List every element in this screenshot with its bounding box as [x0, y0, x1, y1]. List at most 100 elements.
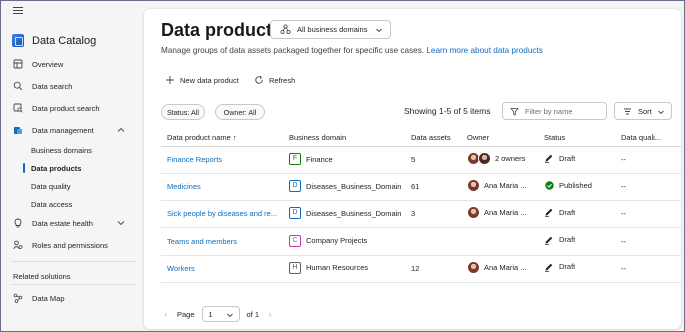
column-header-data-assets[interactable]: Data assets	[411, 133, 451, 142]
status-text: Draft	[559, 262, 576, 272]
column-header-status[interactable]: Status	[544, 133, 565, 142]
previous-page-icon[interactable]: ‹	[161, 309, 171, 319]
briefcase-icon	[13, 125, 23, 135]
column-header-name[interactable]: Data product name ↑	[167, 133, 237, 142]
item-count: Showing 1-5 of 5 items	[404, 106, 491, 116]
business-domain-dropdown[interactable]: All business domains	[270, 20, 391, 39]
status-cell: Draft	[544, 153, 575, 163]
avatar	[467, 260, 480, 274]
table-row[interactable]: Finance Reports F Finance 5 2 owners Draft --	[161, 147, 681, 174]
sidebar-item-label: Overview	[32, 59, 64, 69]
avatar	[478, 152, 491, 165]
data-product-name-link[interactable]: Medicines	[167, 182, 285, 191]
learn-more-link[interactable]: Learn more about data products	[426, 46, 543, 55]
column-header-owner[interactable]: Owner	[467, 133, 489, 142]
sidebar-item-data-management[interactable]: Data management	[2, 121, 142, 139]
data-product-name-link[interactable]: Workers	[167, 264, 285, 273]
pagination: ‹ Page 1 of 1 ›	[161, 306, 275, 322]
business-domain-cell: H Human Resources	[289, 261, 369, 274]
owner-cell: Ana Maria ...	[467, 179, 527, 193]
business-domain-name: Company Projects	[306, 236, 368, 246]
app-title-row: Data Catalog	[12, 34, 96, 47]
sidebar: Data Catalog Overview Data search Data p…	[2, 2, 142, 331]
business-domain-cell: F Finance	[289, 153, 333, 165]
status-text: Published	[559, 180, 592, 190]
hamburger-menu-icon[interactable]	[13, 7, 23, 15]
domain-badge-icon: F	[289, 153, 301, 165]
page-select-value: 1	[208, 309, 213, 319]
lightbulb-icon	[13, 218, 23, 228]
table-row[interactable]: Sick people by diseases and re... D Diseas…	[161, 201, 681, 229]
column-header-business-domain[interactable]: Business domain	[289, 133, 346, 142]
sidebar-item-label: Data search	[32, 81, 73, 91]
new-data-product-button[interactable]: New data product	[165, 73, 239, 87]
owner-cell: 2 owners	[467, 152, 525, 165]
data-assets-count: 61	[411, 182, 420, 192]
sidebar-subitem-label: Data quality	[31, 181, 71, 191]
table-header: Data product name ↑ Business domain Data…	[161, 129, 681, 147]
data-assets-count: 12	[411, 263, 420, 273]
sort-icon	[623, 107, 632, 116]
sidebar-item-label: Data product search	[32, 103, 100, 113]
status-cell: Published	[544, 180, 592, 190]
data-assets-count: 5	[411, 155, 416, 164]
sidebar-divider	[11, 261, 136, 262]
data-product-name-link[interactable]: Finance Reports	[167, 155, 285, 164]
draft-pencil-icon	[544, 235, 554, 245]
owner-name: Ana Maria ...	[484, 181, 527, 191]
sidebar-item-label: Data estate health	[32, 218, 93, 228]
next-page-icon[interactable]: ›	[265, 309, 275, 319]
data-quality-value: --	[621, 155, 626, 164]
sidebar-item-data-map[interactable]: Data Map	[2, 289, 142, 307]
column-header-data-quality[interactable]: Data quali...	[621, 133, 661, 142]
domain-icon	[280, 24, 291, 35]
status-cell: Draft	[544, 262, 575, 272]
sidebar-item-data-product-search[interactable]: Data product search	[2, 99, 142, 117]
sidebar-subitem-data-quality[interactable]: Data quality	[2, 178, 142, 194]
owner-name: 2 owners	[495, 154, 526, 163]
data-assets-count: 3	[411, 209, 416, 219]
business-domain-cell: D Diseases_Business_Domain	[289, 207, 402, 220]
main-panel: Data products All business domains Manag…	[144, 9, 681, 329]
status-filter-pill[interactable]: Status: All	[161, 104, 205, 120]
refresh-label: Refresh	[269, 75, 296, 85]
avatar	[467, 206, 480, 220]
filter-by-name-input[interactable]	[525, 106, 605, 116]
chevron-up-icon[interactable]	[116, 125, 126, 135]
sort-button[interactable]: Sort	[614, 102, 672, 120]
business-domain-name: Diseases_Business_Domain	[306, 208, 402, 218]
domain-badge-icon: D	[289, 207, 301, 220]
sidebar-subitem-label: Data products	[31, 163, 82, 173]
chevron-down-icon	[226, 311, 234, 319]
filter-icon	[510, 107, 519, 116]
sidebar-subitem-business-domains[interactable]: Business domains	[2, 142, 142, 158]
sidebar-item-roles-and-permissions[interactable]: Roles and permissions	[2, 236, 142, 254]
sidebar-item-data-search[interactable]: Data search	[2, 77, 142, 95]
map-icon	[13, 59, 23, 69]
page-select[interactable]: 1	[201, 306, 240, 322]
table-row[interactable]: Workers H Human Resources 12 Ana Maria ... Dr…	[161, 256, 681, 283]
data-product-name-link[interactable]: Sick people by diseases and re...	[167, 209, 285, 218]
owner-filter-pill[interactable]: Owner: All	[215, 104, 265, 120]
data-quality-value: --	[621, 209, 626, 219]
avatar	[467, 179, 480, 193]
sidebar-item-data-estate-health[interactable]: Data estate health	[2, 214, 142, 232]
people-settings-icon	[13, 240, 23, 250]
sidebar-subitem-data-access[interactable]: Data access	[2, 196, 142, 212]
page-label: Page	[177, 309, 195, 319]
filter-by-name-field[interactable]	[502, 102, 607, 120]
sidebar-item-overview[interactable]: Overview	[2, 55, 142, 73]
status-cell: Draft	[544, 207, 575, 218]
sidebar-subitem-data-products[interactable]: Data products	[2, 160, 142, 176]
business-domain-name: Human Resources	[306, 263, 369, 273]
table-row[interactable]: Medicines D Diseases_Business_Domain 61 Ana …	[161, 174, 681, 202]
table-row[interactable]: Teams and members C Company Projects Draft -…	[161, 229, 681, 256]
chevron-down-icon[interactable]	[116, 218, 126, 228]
status-text: Draft	[559, 235, 576, 245]
sidebar-subitem-label: Data access	[31, 199, 73, 209]
data-product-name-link[interactable]: Teams and members	[167, 237, 285, 246]
owner-name: Ana Maria ...	[484, 208, 527, 218]
sort-label: Sort	[638, 106, 652, 116]
refresh-button[interactable]: Refresh	[254, 73, 295, 87]
page-description: Manage groups of data assets packaged to…	[161, 46, 543, 55]
